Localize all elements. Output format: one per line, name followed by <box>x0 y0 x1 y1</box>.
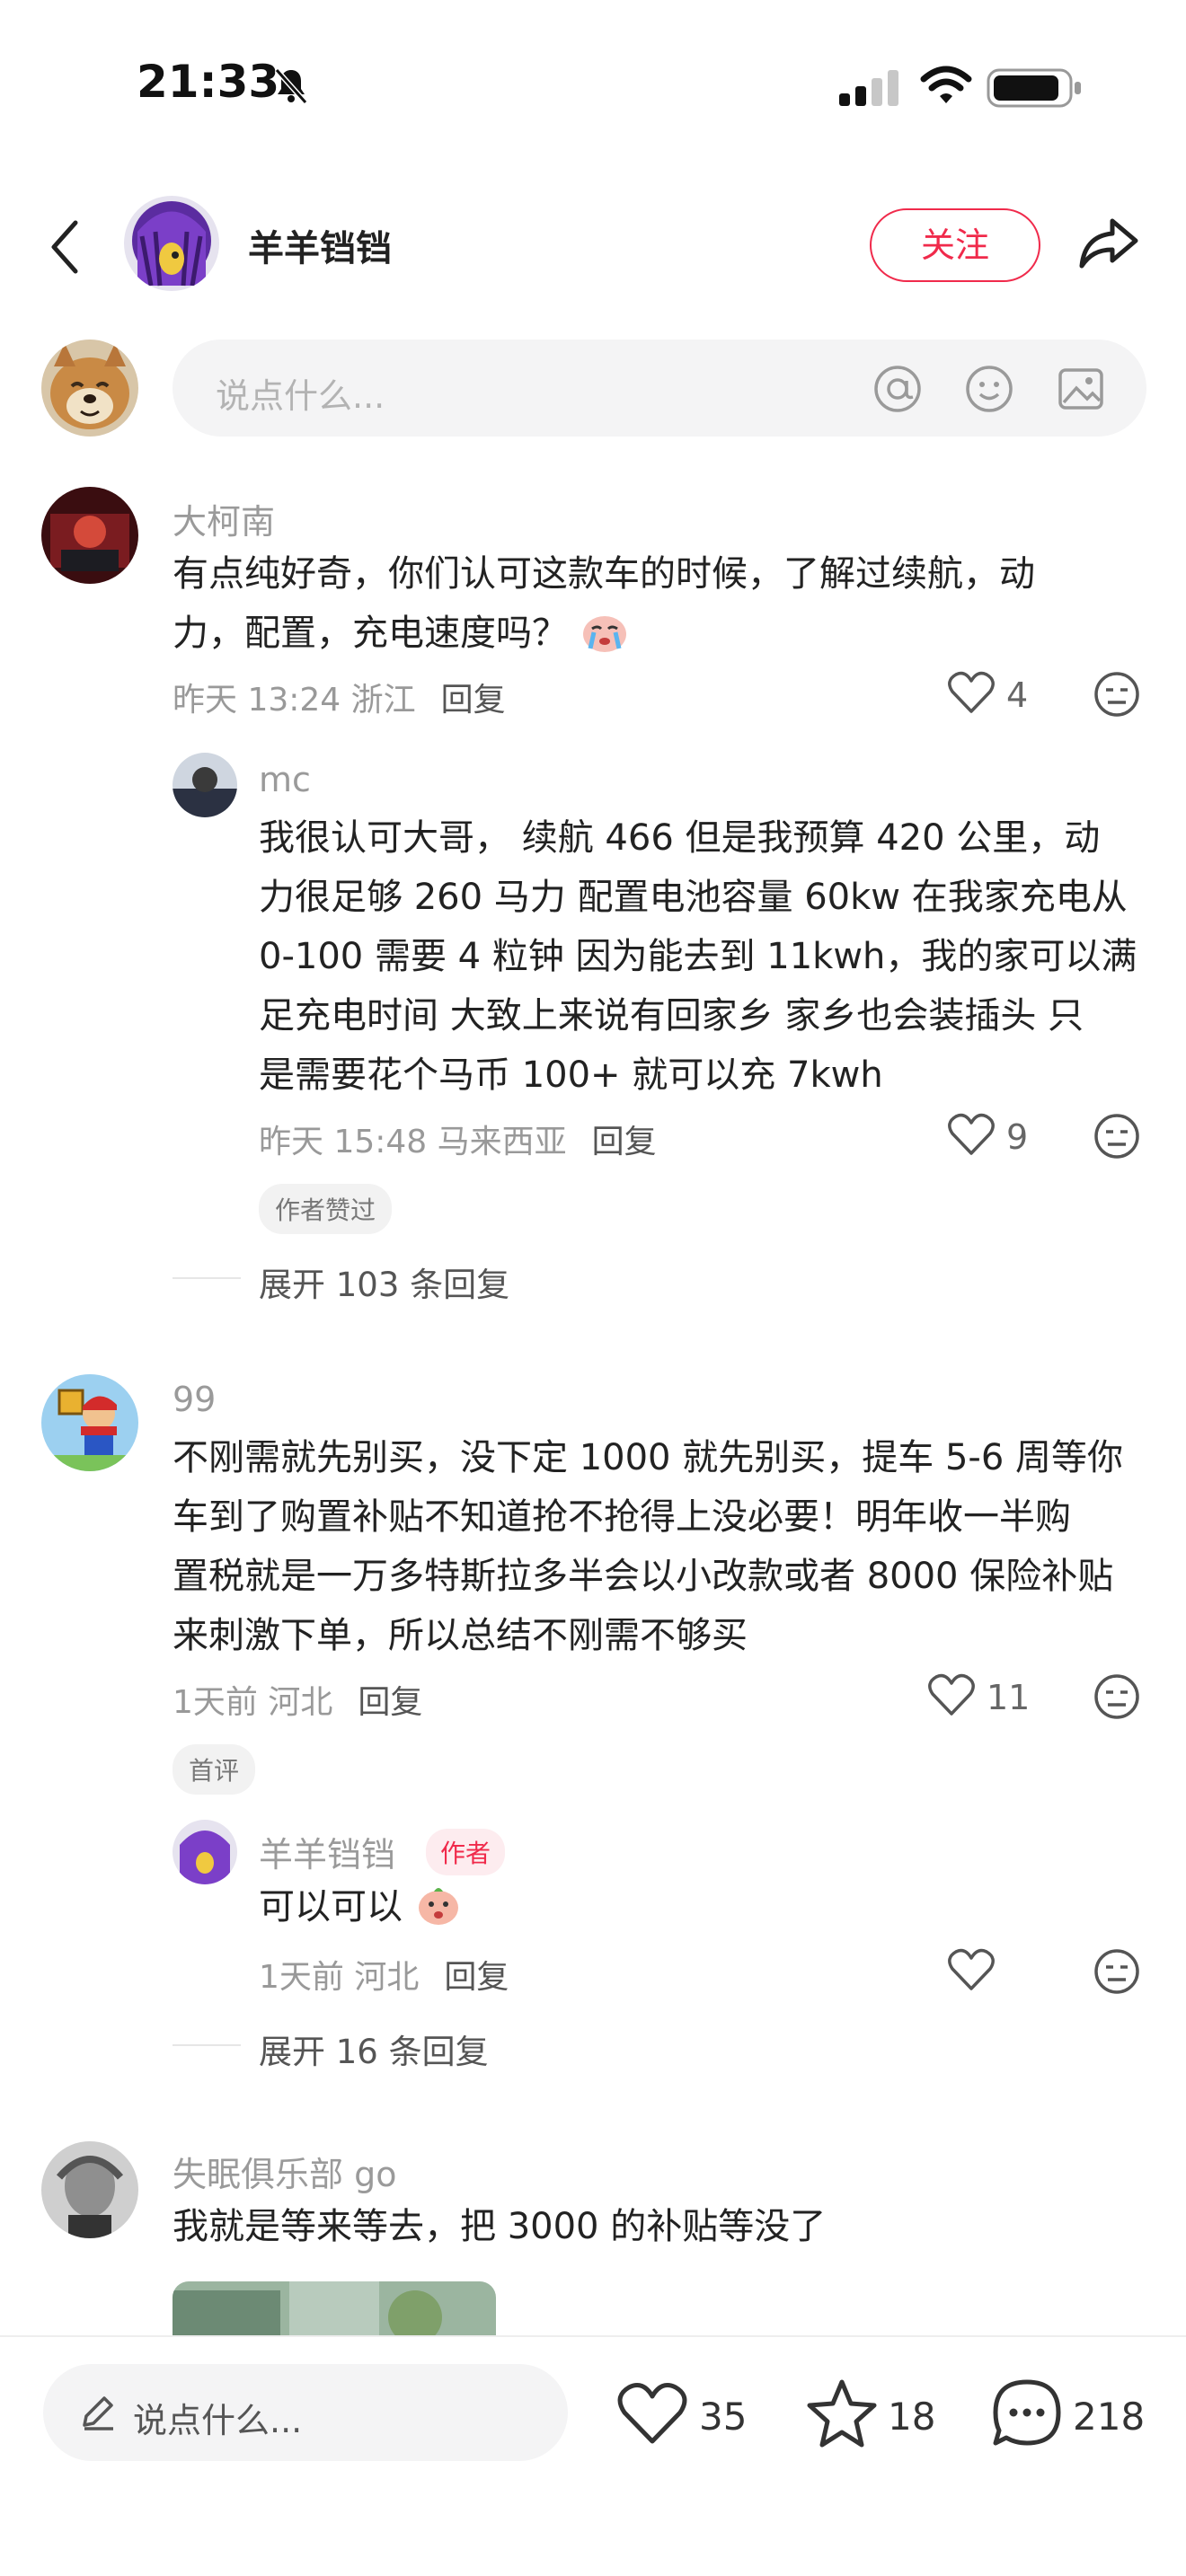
like-total: 35 <box>699 2395 748 2439</box>
heart-icon[interactable] <box>947 1112 996 1157</box>
commenter-avatar[interactable] <box>41 2141 138 2238</box>
comment-total: 218 <box>1073 2395 1146 2439</box>
crying-emoji-icon <box>582 616 626 652</box>
peach-emoji-icon <box>418 1888 458 1925</box>
expand-divider <box>173 1277 241 1279</box>
replier-name[interactable]: mc <box>259 760 311 799</box>
reply-button[interactable]: 回复 <box>444 1959 509 1996</box>
expand-divider <box>173 2044 241 2046</box>
replier-avatar[interactable] <box>173 1820 237 1884</box>
reply-text: 我很认可大哥， 续航 466 但是我预算 420 公里，动 力很足够 260 马… <box>259 817 1137 1096</box>
commenter-avatar[interactable] <box>41 487 138 584</box>
comment-bubble-icon[interactable] <box>990 2377 1064 2450</box>
comment-meta: 昨天 13:24 浙江 回复 <box>173 682 506 719</box>
dislike-face-icon[interactable] <box>1093 1672 1141 1721</box>
dislike-face-icon[interactable] <box>1093 670 1141 719</box>
heart-icon[interactable] <box>927 1672 976 1717</box>
author-name[interactable]: 羊羊铛铛 <box>248 219 392 271</box>
heart-icon[interactable] <box>947 670 996 715</box>
dislike-face-icon[interactable] <box>1093 1112 1141 1160</box>
share-icon[interactable] <box>1075 208 1143 277</box>
comment-input-placeholder: 说点什么... <box>216 376 385 416</box>
reply-button[interactable]: 回复 <box>592 1124 657 1160</box>
commenter-name[interactable]: 失眠俱乐部 go <box>173 2147 396 2196</box>
status-time: 21:33 <box>137 56 280 108</box>
pencil-icon <box>83 2396 113 2430</box>
like-heart-icon[interactable] <box>616 2380 688 2447</box>
bottom-comment-input[interactable]: 说点什么... <box>43 2364 568 2461</box>
expand-replies-button[interactable]: 展开 103 条回复 <box>259 1257 509 1306</box>
star-icon[interactable] <box>805 2377 879 2448</box>
author-avatar[interactable] <box>124 196 219 291</box>
like-count: 9 <box>1006 1117 1029 1157</box>
reply-text: 可以可以 <box>259 1877 463 1936</box>
first-comment-tag: 首评 <box>173 1744 256 1795</box>
wifi-icon <box>920 66 972 103</box>
bell-muted-icon <box>274 68 308 104</box>
bottom-input-placeholder: 说点什么... <box>133 2401 303 2440</box>
commenter-avatar[interactable] <box>41 1374 138 1471</box>
dislike-face-icon[interactable] <box>1093 1947 1141 1996</box>
mention-icon[interactable] <box>872 363 924 415</box>
follow-button[interactable]: 关注 <box>870 208 1040 282</box>
reply-button[interactable]: 回复 <box>358 1684 422 1721</box>
comment-meta: 1天前 河北 回复 <box>173 1684 423 1721</box>
emoji-icon[interactable] <box>963 363 1015 415</box>
reply-button[interactable]: 回复 <box>441 682 506 719</box>
comment-text: 有点纯好奇，你们认可这款车的时候，了解过续航，动 力，配置，充电速度吗？ <box>173 553 1035 654</box>
replier-name[interactable]: 羊羊铛铛 <box>259 1827 395 1876</box>
comment-image[interactable] <box>173 2281 496 2337</box>
like-count: 4 <box>1006 675 1029 715</box>
comment-input[interactable]: 说点什么... <box>173 340 1146 437</box>
battery-icon <box>987 68 1081 108</box>
like-count: 11 <box>987 1678 1031 1717</box>
my-avatar <box>41 340 138 437</box>
author-tag: 作者 <box>426 1829 506 1875</box>
reply-meta: 昨天 15:48 马来西亚 回复 <box>259 1124 657 1160</box>
comment-text: 不刚需就先别买，没下定 1000 就先别买，提车 5-6 周等你 车到了购置补贴… <box>173 1437 1123 1656</box>
star-total: 18 <box>888 2395 936 2439</box>
author-liked-tag: 作者赞过 <box>259 1184 393 1234</box>
back-icon[interactable] <box>45 216 90 278</box>
expand-replies-button[interactable]: 展开 16 条回复 <box>259 2025 489 2073</box>
commenter-name[interactable]: 99 <box>173 1380 216 1419</box>
comment-text: 我就是等来等去，把 3000 的补贴等没了 <box>173 2206 827 2247</box>
signal-icon <box>839 70 898 106</box>
image-icon[interactable] <box>1055 363 1107 415</box>
reply-meta: 1天前 河北 回复 <box>259 1959 509 1996</box>
commenter-name[interactable]: 大柯南 <box>173 494 275 543</box>
heart-icon[interactable] <box>947 1947 996 1992</box>
replier-avatar[interactable] <box>173 753 237 817</box>
